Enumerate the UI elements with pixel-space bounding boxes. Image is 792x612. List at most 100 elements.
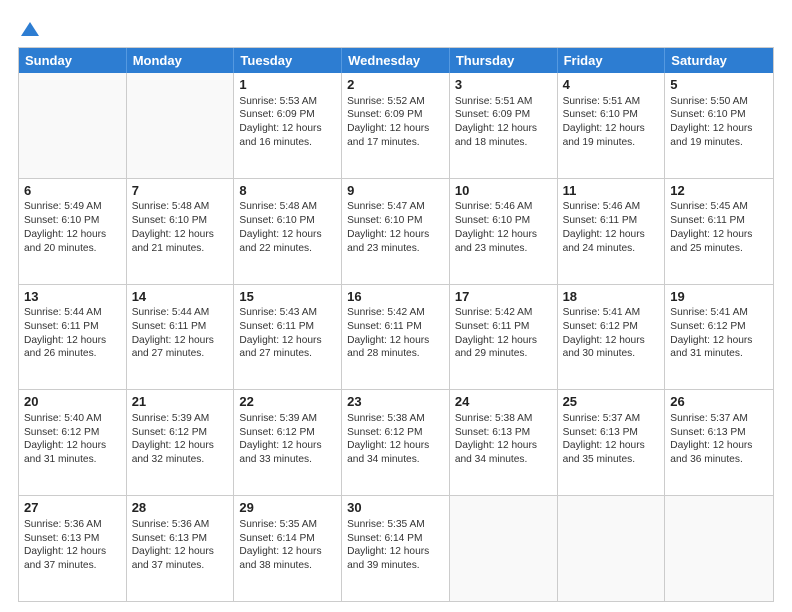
calendar-cell: 18Sunrise: 5:41 AMSunset: 6:12 PMDayligh… [558,285,666,390]
logo [18,18,39,39]
daylight-text: Daylight: 12 hours and 27 minutes. [239,335,321,360]
page: SundayMondayTuesdayWednesdayThursdayFrid… [0,0,792,612]
calendar-cell: 9Sunrise: 5:47 AMSunset: 6:10 PMDaylight… [342,179,450,284]
calendar-cell: 4Sunrise: 5:51 AMSunset: 6:10 PMDaylight… [558,73,666,178]
sunset-text: Sunset: 6:12 PM [563,321,638,332]
sunset-text: Sunset: 6:12 PM [24,427,99,438]
daylight-text: Daylight: 12 hours and 37 minutes. [24,546,106,571]
day-number: 25 [563,393,660,411]
sunrise-text: Sunrise: 5:47 AM [347,201,425,212]
day-number: 26 [670,393,768,411]
daylight-text: Daylight: 12 hours and 20 minutes. [24,229,106,254]
day-number: 13 [24,288,121,306]
daylight-text: Daylight: 12 hours and 36 minutes. [670,440,752,465]
sunrise-text: Sunrise: 5:38 AM [347,413,425,424]
sunrise-text: Sunrise: 5:42 AM [455,307,533,318]
sunset-text: Sunset: 6:10 PM [239,215,314,226]
day-number: 12 [670,182,768,200]
calendar-header-row: SundayMondayTuesdayWednesdayThursdayFrid… [19,48,773,73]
sunrise-text: Sunrise: 5:36 AM [132,519,210,530]
sunrise-text: Sunrise: 5:51 AM [563,96,641,107]
sunrise-text: Sunrise: 5:53 AM [239,96,317,107]
calendar: SundayMondayTuesdayWednesdayThursdayFrid… [18,47,774,602]
day-number: 9 [347,182,444,200]
day-number: 11 [563,182,660,200]
calendar-cell: 16Sunrise: 5:42 AMSunset: 6:11 PMDayligh… [342,285,450,390]
day-number: 6 [24,182,121,200]
calendar-cell: 6Sunrise: 5:49 AMSunset: 6:10 PMDaylight… [19,179,127,284]
calendar-header-cell: Monday [127,48,235,73]
daylight-text: Daylight: 12 hours and 37 minutes. [132,546,214,571]
sunset-text: Sunset: 6:11 PM [563,215,638,226]
day-number: 14 [132,288,229,306]
sunrise-text: Sunrise: 5:40 AM [24,413,102,424]
day-number: 5 [670,76,768,94]
daylight-text: Daylight: 12 hours and 33 minutes. [239,440,321,465]
calendar-cell: 28Sunrise: 5:36 AMSunset: 6:13 PMDayligh… [127,496,235,601]
calendar-cell: 21Sunrise: 5:39 AMSunset: 6:12 PMDayligh… [127,390,235,495]
sunset-text: Sunset: 6:10 PM [347,215,422,226]
daylight-text: Daylight: 12 hours and 17 minutes. [347,123,429,148]
sunset-text: Sunset: 6:09 PM [347,109,422,120]
calendar-cell: 3Sunrise: 5:51 AMSunset: 6:09 PMDaylight… [450,73,558,178]
sunset-text: Sunset: 6:13 PM [670,427,745,438]
sunrise-text: Sunrise: 5:35 AM [347,519,425,530]
calendar-cell [450,496,558,601]
day-number: 27 [24,499,121,517]
sunrise-text: Sunrise: 5:35 AM [239,519,317,530]
header [18,18,774,39]
day-number: 17 [455,288,552,306]
sunrise-text: Sunrise: 5:39 AM [239,413,317,424]
daylight-text: Daylight: 12 hours and 18 minutes. [455,123,537,148]
sunset-text: Sunset: 6:14 PM [239,533,314,544]
calendar-cell: 14Sunrise: 5:44 AMSunset: 6:11 PMDayligh… [127,285,235,390]
sunrise-text: Sunrise: 5:48 AM [239,201,317,212]
day-number: 28 [132,499,229,517]
day-number: 20 [24,393,121,411]
daylight-text: Daylight: 12 hours and 34 minutes. [347,440,429,465]
sunset-text: Sunset: 6:11 PM [455,321,530,332]
daylight-text: Daylight: 12 hours and 38 minutes. [239,546,321,571]
daylight-text: Daylight: 12 hours and 25 minutes. [670,229,752,254]
calendar-cell: 12Sunrise: 5:45 AMSunset: 6:11 PMDayligh… [665,179,773,284]
day-number: 22 [239,393,336,411]
sunset-text: Sunset: 6:10 PM [24,215,99,226]
logo-icon [21,18,39,36]
calendar-cell: 5Sunrise: 5:50 AMSunset: 6:10 PMDaylight… [665,73,773,178]
sunset-text: Sunset: 6:10 PM [132,215,207,226]
calendar-header-cell: Thursday [450,48,558,73]
daylight-text: Daylight: 12 hours and 35 minutes. [563,440,645,465]
calendar-header-cell: Friday [558,48,666,73]
calendar-cell: 10Sunrise: 5:46 AMSunset: 6:10 PMDayligh… [450,179,558,284]
daylight-text: Daylight: 12 hours and 29 minutes. [455,335,537,360]
sunrise-text: Sunrise: 5:44 AM [24,307,102,318]
calendar-cell: 2Sunrise: 5:52 AMSunset: 6:09 PMDaylight… [342,73,450,178]
calendar-cell: 30Sunrise: 5:35 AMSunset: 6:14 PMDayligh… [342,496,450,601]
calendar-cell: 26Sunrise: 5:37 AMSunset: 6:13 PMDayligh… [665,390,773,495]
daylight-text: Daylight: 12 hours and 34 minutes. [455,440,537,465]
sunset-text: Sunset: 6:12 PM [670,321,745,332]
calendar-cell: 1Sunrise: 5:53 AMSunset: 6:09 PMDaylight… [234,73,342,178]
daylight-text: Daylight: 12 hours and 21 minutes. [132,229,214,254]
calendar-cell: 27Sunrise: 5:36 AMSunset: 6:13 PMDayligh… [19,496,127,601]
day-number: 23 [347,393,444,411]
sunrise-text: Sunrise: 5:45 AM [670,201,748,212]
daylight-text: Daylight: 12 hours and 19 minutes. [563,123,645,148]
calendar-body: 1Sunrise: 5:53 AMSunset: 6:09 PMDaylight… [19,73,773,601]
day-number: 10 [455,182,552,200]
daylight-text: Daylight: 12 hours and 31 minutes. [24,440,106,465]
sunset-text: Sunset: 6:12 PM [239,427,314,438]
sunset-text: Sunset: 6:11 PM [239,321,314,332]
day-number: 24 [455,393,552,411]
calendar-cell: 23Sunrise: 5:38 AMSunset: 6:12 PMDayligh… [342,390,450,495]
calendar-week: 20 Sunrise: 5:40 AM Sunset: 6:12 PM Dayligh… [19,389,773,495]
calendar-cell [19,73,127,178]
sunrise-text: Sunrise: 5:44 AM [132,307,210,318]
calendar-cell: 8Sunrise: 5:48 AMSunset: 6:10 PMDaylight… [234,179,342,284]
daylight-text: Daylight: 12 hours and 30 minutes. [563,335,645,360]
daylight-text: Daylight: 12 hours and 23 minutes. [455,229,537,254]
day-number: 16 [347,288,444,306]
calendar-cell [558,496,666,601]
day-number: 8 [239,182,336,200]
sunset-text: Sunset: 6:09 PM [455,109,530,120]
